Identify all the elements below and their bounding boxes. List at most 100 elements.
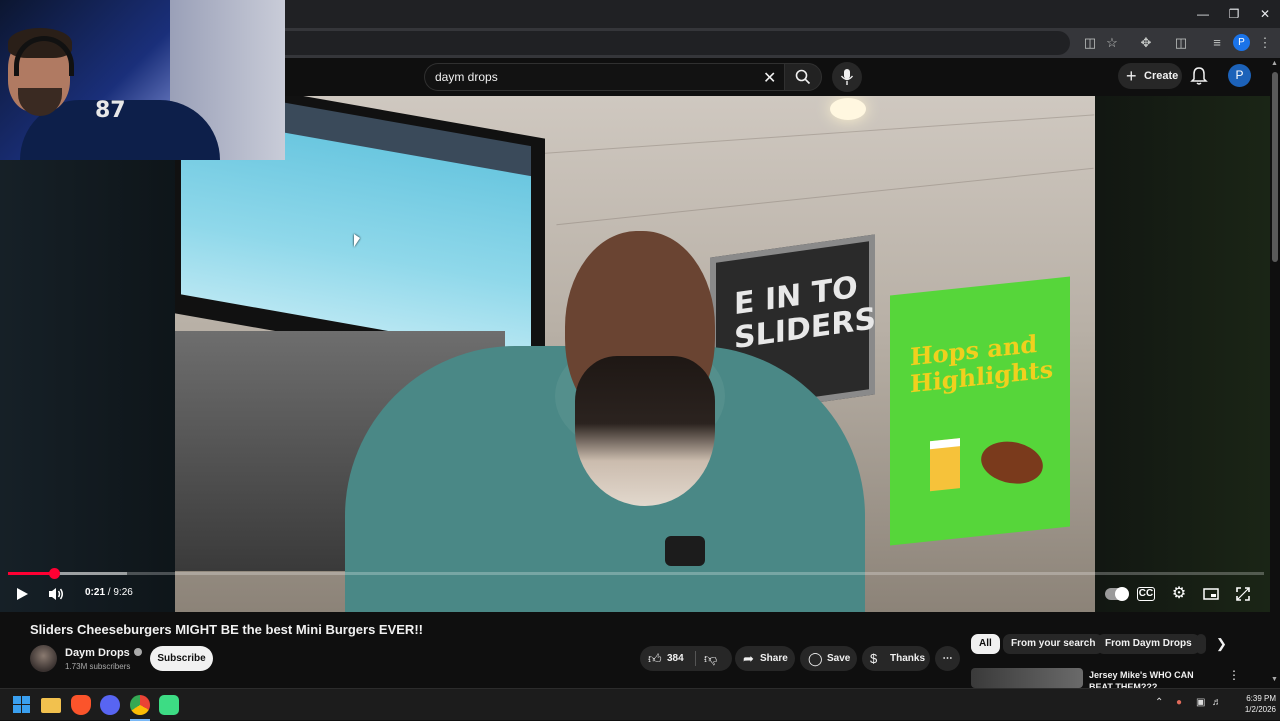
more-actions-button[interactable]: ⋯: [935, 646, 960, 671]
sliders-sign-text: E IN TO SLIDERS: [734, 269, 876, 357]
chip-from-your-search[interactable]: From your search: [1003, 634, 1104, 654]
played-bar: [8, 572, 55, 575]
speaker-icon[interactable]: ♬: [1212, 697, 1222, 708]
browser-menu-icon[interactable]: ⋮: [1254, 32, 1276, 54]
play-button[interactable]: [11, 584, 33, 604]
side-panel-icon[interactable]: ◫: [1170, 32, 1192, 54]
football-graphic: [975, 435, 1049, 490]
channel-avatar[interactable]: [30, 645, 57, 672]
brave-browser-icon[interactable]: [71, 695, 91, 715]
video-frame[interactable]: E IN TO SLIDERS Hops and Highlights: [175, 96, 1095, 612]
chip-all[interactable]: All: [971, 634, 1000, 654]
hops-poster: Hops and Highlights: [890, 276, 1070, 546]
host-beard: [575, 356, 715, 506]
reading-list-icon[interactable]: ≡: [1206, 32, 1228, 54]
minimize-icon[interactable]: —: [1188, 4, 1218, 24]
chip-partial[interactable]: [1196, 634, 1206, 654]
miniplayer-icon: [1203, 588, 1219, 600]
discord-icon[interactable]: [100, 695, 120, 715]
close-window-icon[interactable]: ✕: [1250, 4, 1280, 24]
ceiling-tile-line: [475, 114, 1095, 159]
beer-glass-graphic: [930, 438, 960, 492]
autoplay-toggle-knob: [1115, 587, 1129, 601]
poster-title: Hops and Highlights: [910, 328, 1054, 399]
fullscreen-icon[interactable]: [1232, 584, 1254, 604]
scroll-up-arrow-icon[interactable]: ▲: [1271, 60, 1278, 67]
tray-clock[interactable]: 6:39 PM 1/2/2026: [1228, 693, 1276, 715]
channel-name[interactable]: Daym Drops: [65, 647, 130, 659]
mic-tray-icon[interactable]: ●: [1176, 697, 1182, 708]
super-thanks-icon: $: [870, 651, 878, 666]
volume-icon: [49, 588, 63, 600]
search-icon: [795, 69, 811, 85]
recommendation-thumbnail[interactable]: [971, 668, 1083, 688]
like-count[interactable]: 384: [667, 646, 684, 671]
create-label: Create: [1144, 70, 1179, 82]
jersey-number: 87: [95, 98, 126, 123]
create-button[interactable]: + Create: [1118, 63, 1182, 89]
fullscreen-arrows-icon: [1236, 587, 1250, 601]
share-label: Share: [760, 653, 788, 664]
time-display: 0:21 / 9:26: [85, 587, 133, 598]
like-dislike-group: 👍︎ 384 👎︎: [640, 646, 732, 671]
thanks-label: Thanks: [890, 653, 926, 664]
more-horizontal-icon: ⋯: [942, 653, 953, 664]
browser-profile-avatar[interactable]: P: [1233, 34, 1250, 51]
bookmark-star-icon[interactable]: ☆: [1101, 32, 1123, 54]
volume-button[interactable]: [45, 584, 67, 604]
lapel-mic: [665, 536, 705, 566]
subscriber-count: 1.73M subscribers: [65, 662, 131, 671]
search-query[interactable]: daym drops: [435, 70, 498, 84]
notifications-bell-icon[interactable]: [1190, 66, 1208, 86]
voice-search-button[interactable]: [832, 62, 862, 92]
save-button[interactable]: ◯ Save: [800, 646, 857, 671]
ceiling-light: [830, 98, 866, 120]
progress-bar[interactable]: [8, 568, 1264, 579]
restore-icon[interactable]: ❐: [1219, 4, 1249, 24]
chevron-right-icon[interactable]: ❯: [1216, 636, 1227, 652]
page-scrollbar[interactable]: ▲ ▼: [1270, 58, 1280, 688]
video-player[interactable]: E IN TO SLIDERS Hops and Highlights: [0, 96, 1280, 612]
plus-icon: +: [1126, 66, 1137, 86]
microphone-icon: [840, 69, 854, 85]
file-explorer-icon[interactable]: [41, 698, 61, 713]
channel-name-link[interactable]: Daym Drops: [65, 647, 142, 659]
theater-mode-icon[interactable]: [1200, 584, 1222, 604]
android-app-icon[interactable]: [159, 695, 179, 715]
subtitles-icon[interactable]: CC: [1137, 587, 1155, 601]
ceiling-tile-line: [556, 167, 1094, 226]
bookmark-icon: ◯: [808, 651, 823, 666]
tray-date: 1/2/2026: [1244, 705, 1276, 714]
subscribe-button[interactable]: Subscribe: [150, 646, 213, 671]
like-divider: [695, 651, 696, 666]
clear-search-icon[interactable]: ✕: [763, 68, 776, 88]
settings-gear-icon[interactable]: ⚙: [1168, 584, 1190, 604]
autoplay-toggle[interactable]: [1105, 587, 1129, 601]
verified-badge-icon: [133, 648, 142, 656]
current-time: 0:21: [85, 587, 106, 598]
share-button[interactable]: ➦ Share: [735, 646, 795, 671]
total-time: 9:26: [113, 587, 133, 598]
like-icon[interactable]: 👍︎: [648, 646, 662, 671]
search-button[interactable]: [784, 63, 822, 91]
scrollbar-thumb[interactable]: [1272, 72, 1278, 262]
recommendation-menu-icon[interactable]: ⋮: [1228, 668, 1240, 682]
scroll-down-arrow-icon[interactable]: ▼: [1271, 676, 1278, 683]
search-input[interactable]: daym drops ✕: [424, 63, 784, 91]
extensions-icon[interactable]: ✥: [1135, 32, 1157, 54]
windows-start-icon[interactable]: [12, 695, 32, 715]
tray-overflow-icon[interactable]: ⌃: [1155, 697, 1163, 708]
mouse-cursor: [354, 234, 360, 247]
install-app-icon[interactable]: ◫: [1079, 32, 1101, 54]
network-icon[interactable]: ▣: [1196, 697, 1205, 708]
chrome-icon[interactable]: [130, 695, 150, 715]
windows-taskbar: ⌃ ● ▣ ♬ 6:39 PM 1/2/2026: [0, 688, 1280, 721]
play-icon: [17, 588, 28, 600]
thanks-button[interactable]: $ Thanks: [862, 646, 930, 671]
recommendation-title[interactable]: Jersey Mike's WHO CAN BEAT THEM???: [1089, 669, 1219, 689]
chip-from-daym-drops[interactable]: From Daym Drops: [1097, 634, 1200, 654]
dislike-icon[interactable]: 👎︎: [704, 646, 717, 671]
account-avatar[interactable]: P: [1228, 64, 1251, 87]
save-label: Save: [827, 653, 851, 664]
video-title: Sliders Cheeseburgers MIGHT BE the best …: [30, 622, 423, 637]
